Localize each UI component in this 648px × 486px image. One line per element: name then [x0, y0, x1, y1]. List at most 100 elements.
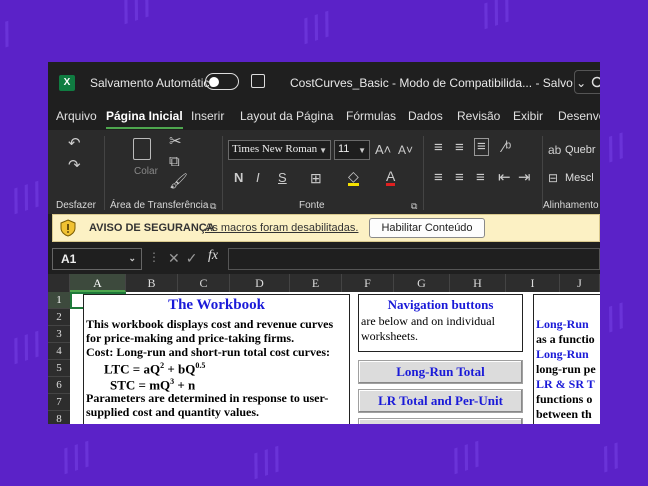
paste-label[interactable]: Colar [134, 166, 158, 177]
description-line: as a functio [536, 332, 595, 346]
row-header[interactable]: 7 [48, 394, 70, 411]
row-header[interactable]: 1 [48, 292, 70, 309]
column-header[interactable]: A [70, 274, 126, 292]
row-header[interactable]: 2 [48, 309, 70, 326]
save-icon[interactable] [251, 74, 265, 88]
font-launcher-icon[interactable]: ⧉ [411, 201, 417, 212]
workbook-text-line: This workbook displays cost and revenue … [86, 317, 334, 331]
column-header[interactable]: B [126, 274, 178, 292]
column-header[interactable]: J [560, 274, 600, 292]
column-header[interactable]: H [450, 274, 506, 292]
column-header[interactable]: G [394, 274, 450, 292]
column-header[interactable]: C [178, 274, 230, 292]
increase-indent-icon[interactable]: ⇥ [518, 170, 531, 186]
search-button[interactable] [574, 70, 600, 94]
tab-layout[interactable]: Layout da Página [240, 109, 333, 123]
font-name-select[interactable]: Times New Roman ▼ [228, 140, 331, 160]
align-center-icon[interactable]: ≡ [455, 170, 464, 186]
row-header[interactable]: 4 [48, 343, 70, 360]
select-all-corner[interactable] [48, 274, 70, 292]
align-top-icon[interactable]: ≡ [434, 140, 443, 156]
row-header[interactable]: 5 [48, 360, 70, 377]
underline-icon[interactable]: S [278, 170, 287, 186]
search-icon [591, 76, 600, 88]
autosave-toggle[interactable] [205, 73, 239, 90]
tab-pagina-inicial[interactable]: Página Inicial [106, 109, 183, 129]
workbook-text-line: Parameters are determined in response to… [86, 391, 329, 405]
merge-label[interactable]: Mescl [565, 172, 594, 184]
security-message[interactable]: As macros foram desabilitadas. [205, 222, 358, 234]
cut-icon[interactable]: ✂ [169, 134, 182, 150]
column-header[interactable]: D [230, 274, 290, 292]
description-line: Long-Run [536, 317, 589, 331]
wrap-text-label[interactable]: Quebr [565, 144, 596, 156]
tab-inserir[interactable]: Inserir [191, 109, 224, 123]
insert-function-icon[interactable]: fx [208, 248, 218, 264]
wrap-text-icon[interactable]: ab [548, 142, 561, 158]
security-title: AVISO DE SEGURANÇA [89, 222, 215, 234]
align-middle-icon[interactable]: ≡ [455, 140, 464, 156]
undo-group-label: Desfazer [56, 200, 97, 211]
divider [104, 136, 105, 210]
column-header[interactable]: F [342, 274, 394, 292]
align-left-icon[interactable]: ≡ [434, 170, 443, 186]
increase-font-icon[interactable]: A˄ [375, 142, 391, 158]
redo-icon[interactable]: ↷ [68, 158, 81, 174]
divider [542, 136, 543, 210]
formula-input[interactable] [228, 248, 600, 270]
spreadsheet-grid[interactable]: A B C D E F G H I J 1 2 3 4 5 6 7 8 The … [48, 274, 600, 424]
document-title[interactable]: CostCurves_Basic - Modo de Compatibilida… [290, 76, 586, 90]
navigation-text-line: worksheets. [361, 329, 418, 343]
font-size-select[interactable]: 11 ▼ [334, 140, 370, 160]
paste-icon[interactable] [133, 138, 151, 160]
italic-icon[interactable]: I [256, 170, 260, 186]
description-line: between th [536, 407, 592, 421]
description-line: Long-Run [536, 347, 589, 361]
clipboard-launcher-icon[interactable]: ⧉ [210, 201, 216, 212]
row-header[interactable]: 6 [48, 377, 70, 394]
tab-exibir[interactable]: Exibir [513, 109, 543, 123]
fill-color-icon[interactable]: ◇ [348, 169, 359, 186]
font-name-value: Times New Roman [232, 143, 318, 155]
orientation-icon[interactable]: ⁄ᵇ [503, 140, 511, 156]
navigation-title: Navigation buttons [387, 297, 494, 312]
tab-arquivo[interactable]: Arquivo [56, 109, 97, 123]
bold-icon[interactable]: N [234, 170, 243, 186]
font-color-icon[interactable]: A [386, 169, 396, 186]
font-size-value: 11 [338, 143, 350, 155]
tab-dados[interactable]: Dados [408, 109, 443, 123]
excel-logo-icon: X [59, 75, 75, 91]
description-line: long-run pe [536, 362, 596, 376]
font-group-label: Fonte [299, 200, 325, 211]
ltc-formula: LTC = aQ2 + bQ0.5 [104, 359, 205, 376]
stc-formula: STC = mQ3 + n [110, 375, 195, 392]
name-box[interactable]: A1 ⌄ [52, 248, 142, 270]
cancel-confirm-icons[interactable]: ✕✓ [168, 250, 203, 267]
copy-icon[interactable]: ⧉ [169, 154, 180, 170]
format-painter-icon[interactable]: 🖌 [169, 174, 188, 190]
workbook-title: The Workbook [168, 297, 265, 313]
tab-formulas[interactable]: Fórmulas [346, 109, 396, 123]
align-bottom-icon[interactable]: ≡ [474, 138, 489, 156]
decrease-indent-icon[interactable]: ⇤ [498, 170, 511, 186]
row-header[interactable]: 3 [48, 326, 70, 343]
borders-icon[interactable]: ⊞ [310, 170, 322, 186]
title-bar: X Salvamento Automático CostCurves_Basic… [48, 62, 600, 102]
divider [423, 136, 424, 210]
tab-revisao[interactable]: Revisão [457, 109, 500, 123]
lr-total-per-unit-button[interactable]: LR Total and Per-Unit [358, 389, 523, 413]
ribbon-tabs: Arquivo Página Inicial Inserir Layout da… [48, 102, 600, 130]
undo-icon[interactable]: ↶ [68, 136, 81, 152]
align-right-icon[interactable]: ≡ [476, 170, 485, 186]
tab-desenvolvedor[interactable]: Desenvo [558, 109, 600, 123]
column-header[interactable]: I [506, 274, 560, 292]
security-warning-bar: AVISO DE SEGURANÇA As macros foram desab… [52, 214, 600, 242]
next-nav-button[interactable] [358, 418, 523, 424]
decrease-font-icon[interactable]: A˅ [398, 142, 413, 158]
column-header[interactable]: E [290, 274, 342, 292]
merge-icon[interactable]: ⊟ [548, 170, 558, 186]
row-header[interactable]: 8 [48, 411, 70, 424]
divider [222, 136, 223, 210]
long-run-total-button[interactable]: Long-Run Total [358, 360, 523, 384]
enable-content-button[interactable]: Habilitar Conteúdo [369, 218, 485, 238]
